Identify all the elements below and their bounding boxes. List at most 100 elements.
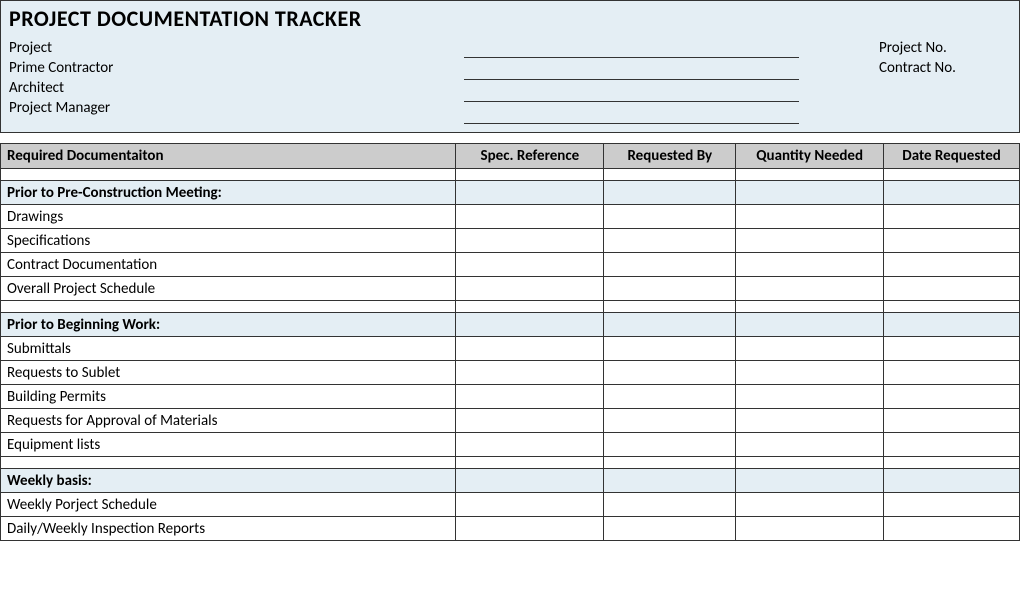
input-cell[interactable] <box>736 337 884 361</box>
input-cell[interactable] <box>456 361 604 385</box>
input-cell[interactable] <box>604 433 736 457</box>
input-cell[interactable] <box>884 229 1020 253</box>
empty-cell <box>884 301 1020 313</box>
input-cell[interactable] <box>736 517 884 541</box>
input-cell[interactable] <box>884 493 1020 517</box>
empty-cell <box>736 301 884 313</box>
section-heading-row: Prior to Beginning Work: <box>1 313 1020 337</box>
input-cell[interactable] <box>736 253 884 277</box>
input-cell[interactable] <box>456 229 604 253</box>
input-cell[interactable] <box>604 205 736 229</box>
input-architect[interactable] <box>464 82 799 102</box>
section-empty-cell <box>736 313 884 337</box>
input-cell[interactable] <box>884 361 1020 385</box>
input-cell[interactable] <box>604 229 736 253</box>
col-header-doc: Required Documentaiton <box>1 144 456 169</box>
col-header-reqby: Requested By <box>604 144 736 169</box>
input-cell[interactable] <box>604 277 736 301</box>
table-row: Drawings <box>1 205 1020 229</box>
doc-name-cell: Requests to Sublet <box>1 361 456 385</box>
page-title: PROJECT DOCUMENTATION TRACKER <box>9 5 1011 32</box>
input-project[interactable] <box>464 38 799 58</box>
empty-cell <box>1 301 456 313</box>
doc-name-cell: Requests for Approval of Materials <box>1 409 456 433</box>
input-cell[interactable] <box>456 277 604 301</box>
empty-cell <box>736 457 884 469</box>
input-cell[interactable] <box>736 385 884 409</box>
input-cell[interactable] <box>736 205 884 229</box>
input-cell[interactable] <box>604 493 736 517</box>
empty-cell <box>736 169 884 181</box>
section-heading: Weekly basis: <box>1 469 456 493</box>
section-heading: Prior to Beginning Work: <box>1 313 456 337</box>
input-cell[interactable] <box>884 277 1020 301</box>
input-cell[interactable] <box>884 205 1020 229</box>
empty-cell <box>456 301 604 313</box>
section-heading-row: Prior to Pre-Construction Meeting: <box>1 181 1020 205</box>
input-cell[interactable] <box>884 433 1020 457</box>
table-row: Submittals <box>1 337 1020 361</box>
doc-name-cell: Building Permits <box>1 385 456 409</box>
col-header-date: Date Requested <box>884 144 1020 169</box>
doc-name-cell: Contract Documentation <box>1 253 456 277</box>
section-empty-cell <box>456 181 604 205</box>
input-cell[interactable] <box>456 433 604 457</box>
input-cell[interactable] <box>884 253 1020 277</box>
input-cell[interactable] <box>604 517 736 541</box>
section-empty-cell <box>604 313 736 337</box>
input-cell[interactable] <box>456 385 604 409</box>
spacer <box>0 133 1020 143</box>
table-row: Overall Project Schedule <box>1 277 1020 301</box>
section-empty-cell <box>884 469 1020 493</box>
input-cell[interactable] <box>604 337 736 361</box>
input-prime-contractor[interactable] <box>464 60 799 80</box>
label-architect: Architect <box>9 78 464 98</box>
doc-name-cell: Daily/Weekly Inspection Reports <box>1 517 456 541</box>
label-project-no: Project No. <box>879 38 1011 58</box>
empty-cell <box>884 169 1020 181</box>
section-empty-cell <box>456 313 604 337</box>
table-row: Requests to Sublet <box>1 361 1020 385</box>
input-cell[interactable] <box>456 493 604 517</box>
documentation-table: Required Documentaiton Spec. Reference R… <box>0 143 1020 541</box>
input-cell[interactable] <box>736 433 884 457</box>
col-header-spec: Spec. Reference <box>456 144 604 169</box>
section-empty-cell <box>884 313 1020 337</box>
label-contract-no: Contract No. <box>879 58 1011 78</box>
input-cell[interactable] <box>736 493 884 517</box>
input-cell[interactable] <box>736 229 884 253</box>
input-cell[interactable] <box>736 361 884 385</box>
input-cell[interactable] <box>884 517 1020 541</box>
empty-cell <box>1 169 456 181</box>
input-cell[interactable] <box>884 337 1020 361</box>
input-cell[interactable] <box>604 361 736 385</box>
input-cell[interactable] <box>884 385 1020 409</box>
input-cell[interactable] <box>604 385 736 409</box>
section-empty-cell <box>604 181 736 205</box>
input-cell[interactable] <box>456 205 604 229</box>
section-heading-row: Weekly basis: <box>1 469 1020 493</box>
input-cell[interactable] <box>456 409 604 433</box>
input-cell[interactable] <box>456 337 604 361</box>
table-row: Weekly Porject Schedule <box>1 493 1020 517</box>
input-cell[interactable] <box>604 253 736 277</box>
input-project-manager[interactable] <box>464 104 799 124</box>
input-cell[interactable] <box>884 409 1020 433</box>
input-cell[interactable] <box>736 277 884 301</box>
doc-name-cell: Overall Project Schedule <box>1 277 456 301</box>
header-fields: Project Prime Contractor Architect Proje… <box>9 36 1011 124</box>
empty-cell <box>456 169 604 181</box>
section-empty-cell <box>736 469 884 493</box>
input-cell[interactable] <box>736 409 884 433</box>
col-header-qty: Quantity Needed <box>736 144 884 169</box>
gap-row <box>1 169 1020 181</box>
header-block: PROJECT DOCUMENTATION TRACKER Project Pr… <box>0 0 1020 133</box>
section-empty-cell <box>456 469 604 493</box>
doc-name-cell: Equipment lists <box>1 433 456 457</box>
table-header-row: Required Documentaiton Spec. Reference R… <box>1 144 1020 169</box>
input-cell[interactable] <box>456 517 604 541</box>
table-row: Daily/Weekly Inspection Reports <box>1 517 1020 541</box>
input-cell[interactable] <box>456 253 604 277</box>
doc-name-cell: Weekly Porject Schedule <box>1 493 456 517</box>
input-cell[interactable] <box>604 409 736 433</box>
